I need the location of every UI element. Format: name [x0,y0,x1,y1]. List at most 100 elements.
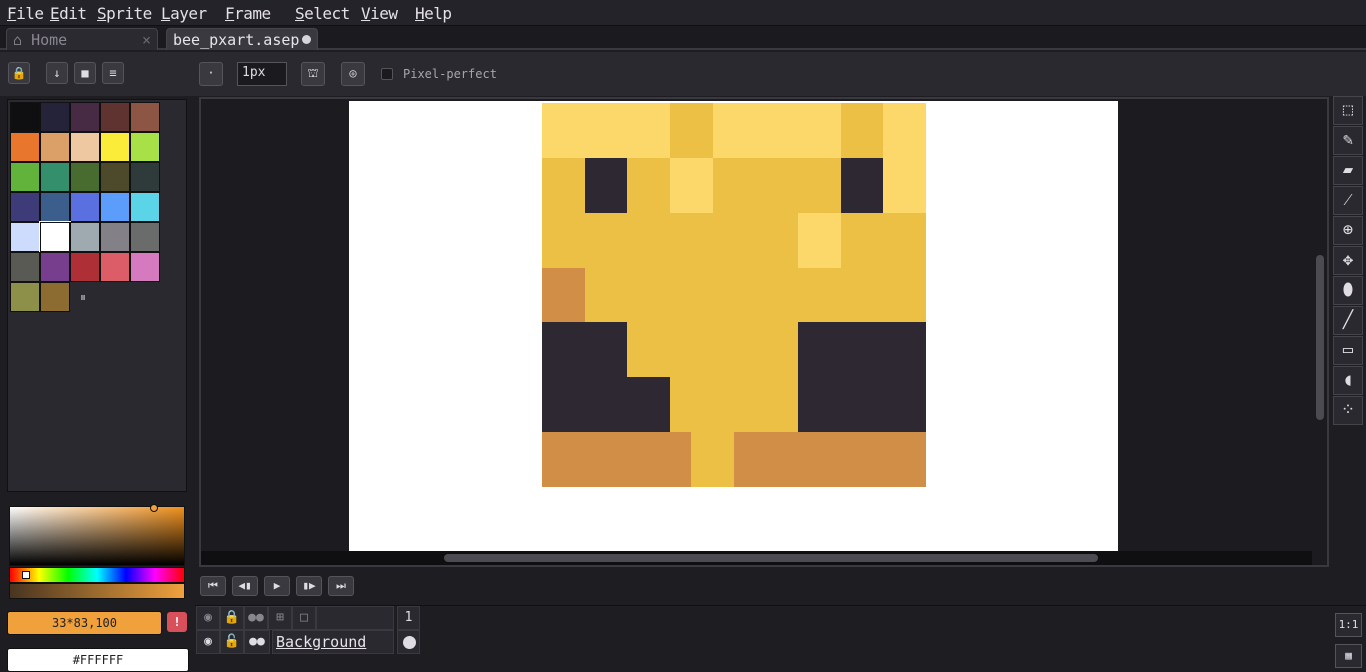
ink-icon[interactable]: ⛫ [301,62,325,86]
palette-swatch[interactable] [39,221,71,253]
menu-edit[interactable]: Edit [50,4,87,23]
palette-swatch[interactable] [40,102,70,132]
last-frame-button[interactable]: ⏭ [328,576,354,596]
palette-swatch[interactable] [130,162,160,192]
menu-help[interactable]: Help [415,4,452,23]
palette-swatch[interactable] [10,162,40,192]
palette-swatch[interactable] [10,102,40,132]
palette-swatch[interactable] [70,192,100,222]
cel[interactable] [397,630,420,654]
palette-swatch[interactable] [130,222,160,252]
palette-swatch[interactable] [100,162,130,192]
marquee-icon[interactable]: ⬚ [1333,96,1363,125]
menu-frame[interactable]: Frame [225,4,271,23]
pencil-icon[interactable]: ✎ [1333,126,1363,155]
sprite-pixels[interactable] [542,103,927,488]
move-icon[interactable]: ✥ [1333,246,1363,275]
warning-icon[interactable]: ! [167,612,187,632]
palette-down-button[interactable]: ↓ [46,62,68,84]
eyedropper-icon[interactable]: ⁄ [1333,186,1363,215]
hue-slider[interactable] [9,567,185,583]
tab-bee-file[interactable]: bee_pxart.asep [166,28,318,50]
palette-menu-button[interactable]: ≡ [102,62,124,84]
line-icon[interactable]: ╱ [1333,306,1363,335]
unsaved-dot-icon[interactable] [302,35,311,44]
sprite-pixel [563,377,586,406]
eye-icon[interactable]: ◉ [196,630,220,654]
palette-swatch[interactable] [70,252,100,282]
lock-icon[interactable]: 🔒 [8,62,30,84]
lock-header-icon[interactable]: 🔒 [220,606,244,630]
zoom-reset-button[interactable]: 1:1 [1335,613,1362,637]
eraser-icon[interactable]: ▰ [1333,156,1363,185]
sprite-pixel [840,404,863,433]
unlock-icon[interactable]: 🔓 [220,630,244,654]
blur-icon[interactable]: ◖ [1333,366,1363,395]
palette-swatch[interactable] [130,192,160,222]
first-frame-button[interactable]: ⏮ [200,576,226,596]
palette-swatch[interactable] [10,132,40,162]
sv-cursor[interactable] [150,504,158,512]
pressure-icon[interactable]: ◎ [341,62,365,86]
palette-swatch[interactable] [10,252,40,282]
vertical-scroll-thumb[interactable] [1316,255,1324,420]
drag-handle-icon[interactable]: ⏸ [80,290,86,305]
saturation-value-picker[interactable] [9,504,185,566]
palette-swatch[interactable] [40,282,70,312]
palette-swatch[interactable] [100,132,130,162]
palette-swatch[interactable] [100,192,130,222]
brush-type-button[interactable]: · [199,62,223,86]
frame-number[interactable]: 1 [397,606,420,630]
continuous-icon[interactable]: ●● [244,630,270,654]
palette-swatch[interactable] [10,192,40,222]
layer-name-background[interactable]: Background [272,630,394,654]
menu-file[interactable]: File [7,4,44,23]
filmstrip-icon[interactable]: ▦ [1335,644,1362,668]
play-button[interactable]: ▶ [264,576,290,596]
palette-swatch[interactable] [70,222,100,252]
palette-swatch[interactable] [40,252,70,282]
foreground-color-field[interactable]: 33*83,100 [7,611,162,635]
palette-swatch[interactable] [10,282,40,312]
previous-frame-button[interactable]: ◀▮ [232,576,258,596]
menu-select[interactable]: Select [295,4,350,23]
hue-cursor[interactable] [22,571,30,579]
zoom-icon[interactable]: ⊕ [1333,216,1363,245]
fill-icon[interactable]: ⬮ [1333,276,1363,305]
next-frame-button[interactable]: ▮▶ [296,576,322,596]
sprite-pixel [648,185,671,214]
palette-swatch[interactable] [10,222,40,252]
sprite-pixel [670,130,692,159]
alpha-slider[interactable] [9,583,185,599]
palette-swatch[interactable] [70,102,100,132]
menu-layer[interactable]: Layer [161,4,207,23]
palette-swatch[interactable] [70,162,100,192]
palette-swatch[interactable] [130,102,160,132]
palette-swatch[interactable] [100,252,130,282]
palette-swatch[interactable] [130,132,160,162]
pixel-perfect-checkbox[interactable] [381,68,393,80]
brush-size-field[interactable]: 1px [237,62,287,86]
palette-swatch[interactable] [40,162,70,192]
menu-view[interactable]: View [361,4,398,23]
visibility-header-icon[interactable]: ◉ [196,606,220,630]
palette-swatch[interactable] [40,132,70,162]
spray-icon[interactable]: ⁘ [1333,396,1363,425]
palette-swatch[interactable] [100,222,130,252]
palette-swatch[interactable] [100,102,130,132]
horizontal-scroll-thumb[interactable] [444,554,1098,562]
background-color-field[interactable]: #FFFFFF [7,648,189,672]
tab-home[interactable]: ⌂ Home × [6,28,158,50]
sprite-pixel [862,404,884,433]
menu-sprite[interactable]: Sprite [97,4,152,23]
close-icon[interactable]: × [142,31,151,49]
palette-save-button[interactable]: ■ [74,62,96,84]
continuous-header-icon[interactable]: ●● [244,606,268,630]
layers-header-icon[interactable]: ⊞ [268,606,292,630]
palette-swatch[interactable] [70,132,100,162]
rectangle-icon[interactable]: ▭ [1333,336,1363,365]
palette-swatch[interactable] [130,252,160,282]
timeline-controls [195,570,1366,602]
palette-swatch[interactable] [40,192,70,222]
frame-header-icon[interactable]: □ [292,606,316,630]
